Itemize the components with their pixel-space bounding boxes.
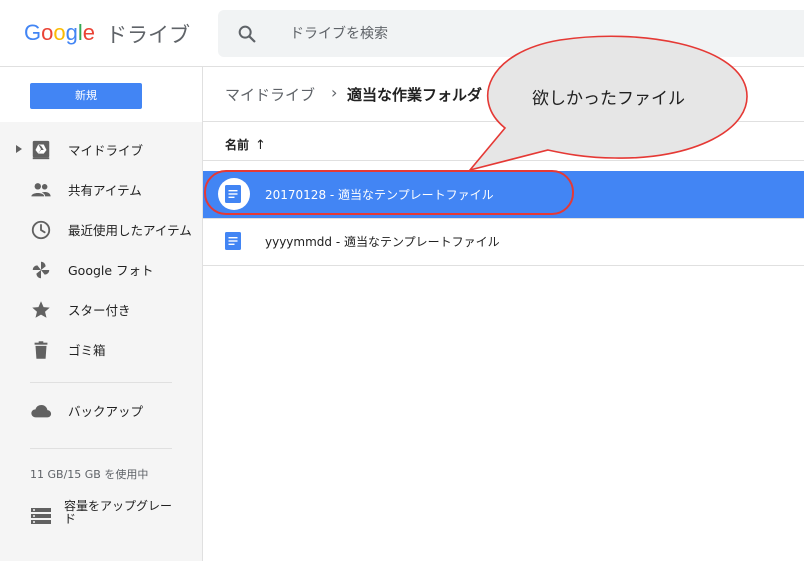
search-icon[interactable] [236,23,258,45]
sidebar-item-label: バックアップ [68,404,144,419]
people-icon [31,183,51,197]
breadcrumb-current[interactable]: 適当な作業フォルダ [347,84,482,105]
my-drive-icon [32,140,50,160]
sidebar-item-my-drive[interactable]: マイドライブ [0,134,202,164]
breadcrumb-root[interactable]: マイドライブ [225,84,315,105]
star-icon [32,301,50,318]
doc-file-icon [225,232,241,250]
name-column-header[interactable]: 名前 ↑ [225,136,266,153]
storage-usage: 11 GB/15 GB を使用中 [30,468,149,481]
sidebar-item-backup[interactable]: バックアップ [0,395,202,425]
sidebar-item-starred[interactable]: スター付き [0,294,202,324]
sidebar-item-photos[interactable]: Google フォト [0,254,202,284]
top-bar: Google ドライブ [0,0,804,67]
sidebar-item-trash[interactable]: ゴミ箱 [0,334,202,364]
product-name: ドライブ [106,23,190,47]
sidebar-item-label: ゴミ箱 [68,343,106,358]
trash-icon [34,341,48,359]
sidebar-item-label: マイドライブ [68,143,144,158]
sidebar-divider [30,382,172,383]
pinwheel-icon [32,261,50,279]
clock-icon [31,220,51,240]
file-name: yyyymmdd - 適当なテンプレートファイル [265,235,500,249]
sidebar-item-label: 共有アイテム [68,183,142,198]
google-logo[interactable]: Google [24,20,95,46]
search-box[interactable] [218,10,804,57]
cloud-icon [31,405,52,418]
sidebar-item-label: スター付き [68,303,131,318]
search-input[interactable] [288,22,692,46]
callout-text: 欲しかったファイル [532,89,685,109]
highlight-oval [204,170,574,215]
expand-arrow-icon[interactable] [16,145,22,153]
storage-icon [31,508,51,524]
new-button[interactable]: 新規 [30,83,142,109]
file-row[interactable]: yyyymmdd - 適当なテンプレートファイル [203,218,804,266]
upgrade-storage-link[interactable]: 容量をアップグレード [0,496,202,536]
breadcrumb: マイドライブ › 適当な作業フォルダ [203,67,804,122]
sidebar-item-recent[interactable]: 最近使用したアイテム [0,214,202,244]
sidebar-item-label: Google フォト [68,263,154,278]
column-header-label: 名前 [225,138,250,152]
sort-arrow-icon[interactable]: ↑ [255,138,266,153]
sidebar-item-shared[interactable]: 共有アイテム [0,174,202,204]
list-divider [203,160,804,161]
sidebar-divider [30,448,172,449]
breadcrumb-separator-icon: › [331,83,338,102]
upgrade-label: 容量をアップグレード [64,499,173,526]
sidebar-item-label: 最近使用したアイテム [68,223,192,238]
